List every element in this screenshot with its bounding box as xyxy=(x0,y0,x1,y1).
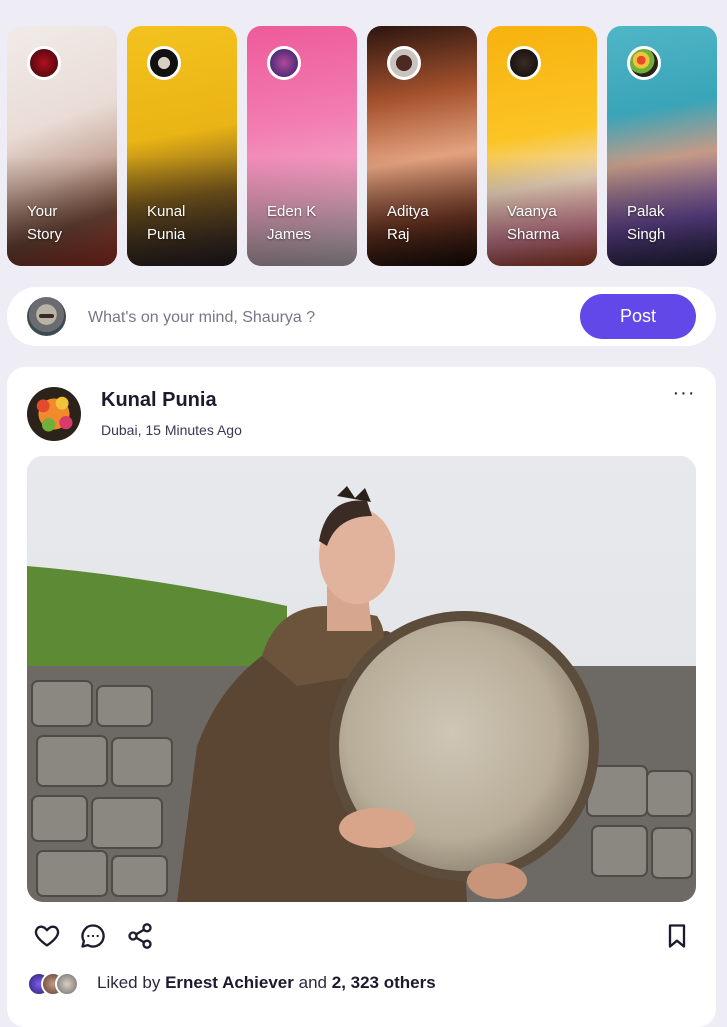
comment-icon[interactable] xyxy=(79,922,107,950)
story-avatar xyxy=(27,46,61,80)
post-meta: Dubai, 15 Minutes Ago xyxy=(101,422,242,438)
share-icon[interactable] xyxy=(126,922,154,950)
more-dots-icon[interactable]: ··· xyxy=(669,383,699,409)
likes-text: Liked by Ernest Achiever and 2, 323 othe… xyxy=(97,973,436,992)
story-name: Eden K James xyxy=(267,203,317,243)
post-image xyxy=(27,456,696,902)
story-avatar xyxy=(147,46,181,80)
story-avatar xyxy=(627,46,661,80)
post-photo[interactable] xyxy=(27,456,696,902)
avatar xyxy=(55,972,79,996)
heart-icon[interactable] xyxy=(33,922,61,950)
post-button[interactable]: Post xyxy=(580,294,696,339)
feed-post-card: Kunal Punia Dubai, 15 Minutes Ago ··· Li… xyxy=(7,367,716,1027)
story-name: Aditya Raj xyxy=(387,203,429,243)
story-your-story[interactable]: Your Story xyxy=(7,26,117,266)
story-avatar xyxy=(387,46,421,80)
status-input[interactable] xyxy=(86,301,570,335)
current-user-avatar xyxy=(27,297,66,336)
story-vaanya-sharma[interactable]: Vaanya Sharma xyxy=(487,26,597,266)
story-name: Your Story xyxy=(27,203,63,243)
story-name: Palak Singh xyxy=(627,203,666,243)
story-name: Kunal Punia xyxy=(147,203,186,243)
story-kunal-punia[interactable]: Kunal Punia xyxy=(127,26,237,266)
bookmark-icon[interactable] xyxy=(663,922,691,950)
post-actions xyxy=(27,922,696,952)
stories-row: Your Story Kunal Punia Eden K James Adit… xyxy=(7,26,717,266)
story-avatar xyxy=(267,46,301,80)
post-composer: Post xyxy=(7,287,716,346)
likes-count[interactable]: 2, 323 others xyxy=(332,973,436,992)
author-name[interactable]: Kunal Punia xyxy=(101,389,217,412)
story-avatar xyxy=(507,46,541,80)
story-name: Vaanya Sharma xyxy=(507,203,560,243)
story-palak-singh[interactable]: Palak Singh xyxy=(607,26,717,266)
story-eden-k-james[interactable]: Eden K James xyxy=(247,26,357,266)
author-avatar[interactable] xyxy=(27,387,81,441)
story-aditya-raj[interactable]: Aditya Raj xyxy=(367,26,477,266)
liker-name[interactable]: Ernest Achiever xyxy=(165,973,294,992)
